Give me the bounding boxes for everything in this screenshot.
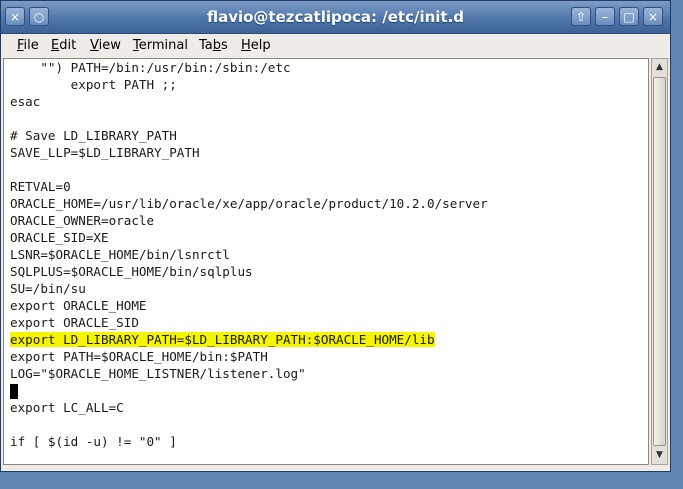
terminal-text: "") PATH=/bin:/usr/bin:/sbin:/etc export…	[10, 59, 488, 450]
menu-tabs[interactable]: Tabs	[199, 38, 228, 53]
minimize-button[interactable]: –	[595, 7, 615, 26]
close-button[interactable]: ×	[643, 7, 663, 26]
terminal-line: export ORACLE_SID	[10, 314, 488, 331]
menu-bar: File Edit View Terminal Tabs Help	[1, 34, 670, 59]
terminal-line-text: export LC_ALL=C	[10, 400, 124, 415]
terminal-line-text: ORACLE_OWNER=oracle	[10, 213, 155, 228]
title-bar[interactable]: × ○ flavio@tezcatlipoca: /etc/init.d ⇧ –…	[1, 1, 670, 34]
terminal-line: ORACLE_SID=XE	[10, 229, 488, 246]
terminal-line-text: SQLPLUS=$ORACLE_HOME/bin/sqlplus	[10, 264, 253, 279]
terminal-line: LOG="$ORACLE_HOME_LISTNER/listener.log"	[10, 365, 488, 382]
menu-help[interactable]: Help	[241, 38, 271, 53]
terminal-line: if [ $(id -u) != "0" ]	[10, 433, 488, 450]
maximize-icon: □	[623, 10, 635, 24]
terminal-line: ORACLE_HOME=/usr/lib/oracle/xe/app/oracl…	[10, 195, 488, 212]
terminal-line: SAVE_LLP=$LD_LIBRARY_PATH	[10, 144, 488, 161]
terminal-line-text: SAVE_LLP=$LD_LIBRARY_PATH	[10, 145, 200, 160]
terminal-line-text: esac	[10, 94, 41, 109]
desktop-background	[0, 472, 683, 489]
menu-edit[interactable]: Edit	[51, 38, 76, 53]
shade-button[interactable]: ⇧	[571, 7, 591, 26]
terminal-line	[10, 382, 488, 399]
terminal-line-text: if [ $(id -u) != "0" ]	[10, 434, 177, 449]
terminal-line-text: ORACLE_SID=XE	[10, 230, 109, 245]
terminal-line-text: SU=/bin/su	[10, 281, 86, 296]
terminal-line-text: export PATH=$ORACLE_HOME/bin:$PATH	[10, 349, 268, 364]
terminal-line: export LC_ALL=C	[10, 399, 488, 416]
terminal-line-text: export ORACLE_SID	[10, 315, 139, 330]
menu-terminal[interactable]: Terminal	[133, 38, 188, 53]
terminal-line: SQLPLUS=$ORACLE_HOME/bin/sqlplus	[10, 263, 488, 280]
terminal-line: export PATH ;;	[10, 76, 488, 93]
highlighted-line: export LD_LIBRARY_PATH=$LD_LIBRARY_PATH:…	[10, 331, 488, 348]
terminal-line: esac	[10, 93, 488, 110]
arrow-up-icon: ⇧	[575, 10, 587, 24]
maximize-button[interactable]: □	[619, 7, 639, 26]
terminal-line-text: export ORACLE_HOME	[10, 298, 147, 313]
terminal-line-text: export LD_LIBRARY_PATH=$LD_LIBRARY_PATH:…	[10, 332, 435, 347]
terminal-screen[interactable]: "") PATH=/bin:/usr/bin:/sbin:/etc export…	[3, 58, 649, 465]
terminal-line: SU=/bin/su	[10, 280, 488, 297]
terminal-line: export PATH=$ORACLE_HOME/bin:$PATH	[10, 348, 488, 365]
menu-file[interactable]: File	[17, 38, 39, 53]
terminal-line-text: LOG="$ORACLE_HOME_LISTNER/listener.log"	[10, 366, 306, 381]
minimize-icon: –	[602, 10, 608, 24]
scroll-down-arrow-icon[interactable]: ▼	[652, 448, 667, 463]
window-title: flavio@tezcatlipoca: /etc/init.d	[206, 8, 465, 26]
terminal-line: RETVAL=0	[10, 178, 488, 195]
scroll-thumb[interactable]	[653, 77, 666, 446]
terminal-line: "") PATH=/bin:/usr/bin:/sbin:/etc	[10, 59, 488, 76]
terminal-line-text: ORACLE_HOME=/usr/lib/oracle/xe/app/oracl…	[10, 196, 488, 211]
menu-view[interactable]: View	[90, 38, 121, 53]
terminal-line: # Save LD_LIBRARY_PATH	[10, 127, 488, 144]
terminal-line-text: LSNR=$ORACLE_HOME/bin/lsnrctl	[10, 247, 230, 262]
terminal-line: export ORACLE_HOME	[10, 297, 488, 314]
text-cursor	[10, 384, 18, 399]
terminal-line-text: RETVAL=0	[10, 179, 71, 194]
terminal-line-text: export PATH ;;	[10, 77, 177, 92]
terminal-line: ORACLE_OWNER=oracle	[10, 212, 488, 229]
terminal-line-text: "") PATH=/bin:/usr/bin:/sbin:/etc	[10, 60, 291, 75]
vertical-scrollbar[interactable]: ▲ ▼	[651, 58, 668, 465]
terminal-line-text: # Save LD_LIBRARY_PATH	[10, 128, 177, 143]
scroll-up-arrow-icon[interactable]: ▲	[652, 60, 667, 75]
close-icon: ×	[647, 10, 659, 24]
terminal-line: LSNR=$ORACLE_HOME/bin/lsnrctl	[10, 246, 488, 263]
